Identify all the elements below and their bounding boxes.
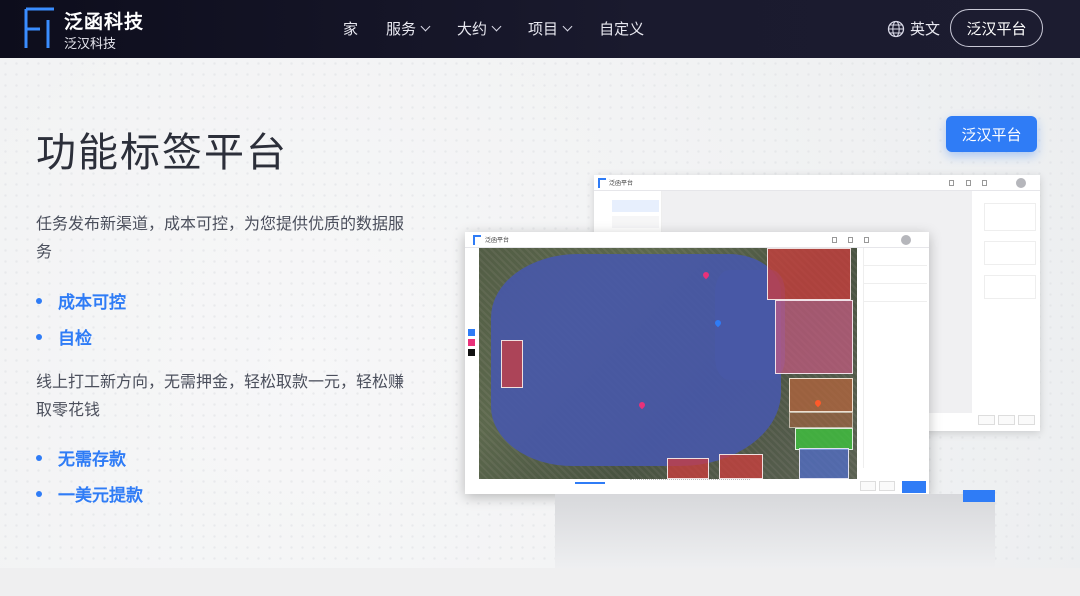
color-swatch: [468, 349, 475, 356]
language-switch[interactable]: 英文: [887, 18, 940, 39]
mockup-tool-icon: [832, 237, 837, 243]
page-title: 功能标签平台: [36, 130, 288, 176]
mockup-tool-icon: [966, 180, 971, 186]
footer-strip: [0, 568, 1080, 596]
mockup-panel-box: [984, 203, 1036, 231]
mockup-panel-row: [864, 284, 927, 302]
mockup-logo-icon: [473, 235, 481, 245]
mockup-primary-button: [963, 490, 995, 502]
mockup-logo-icon: [598, 178, 606, 188]
language-label: 英文: [910, 20, 941, 38]
mockup-toolbar: 泛函平台: [465, 232, 929, 248]
bullet-dot-icon: [36, 454, 42, 461]
mockup-button: [978, 415, 995, 425]
nav-item-projects[interactable]: 项目: [528, 18, 573, 39]
map-region-green: [795, 428, 853, 450]
map-region-brown: [789, 412, 853, 428]
nav-item-label: 项目: [528, 20, 559, 38]
mockup-tool-icon: [848, 237, 853, 243]
feature-label: 无需存款: [58, 450, 126, 470]
chevron-down-icon: [420, 21, 431, 32]
map-region-red: [667, 458, 709, 479]
logo-icon: [24, 7, 54, 48]
description-paragraph-1: 任务发布新渠道，成本可控，为您提供优质的数据服务: [36, 214, 405, 261]
chevron-down-icon: [562, 21, 573, 32]
mockup-right-panel: [978, 191, 1040, 413]
nav-item-services[interactable]: 服务: [386, 18, 431, 39]
feature-bullet: 无需存款: [36, 445, 126, 470]
platform-cta-button[interactable]: 泛汉平台: [946, 116, 1037, 152]
mockup-brand: 泛函平台: [609, 180, 634, 187]
mockup-brand: 泛函平台: [485, 237, 510, 244]
mockup-panel-box: [984, 275, 1036, 299]
nav-item-label: 自定义: [599, 20, 645, 38]
top-nav: 泛函科技 泛汉科技 家 服务 大约 项目 自定义 英文 泛汉平台: [0, 0, 1080, 58]
brand-subtitle: 泛汉科技: [64, 37, 117, 52]
mockup-panel-box: [984, 241, 1036, 265]
map-region-blue: [799, 448, 849, 479]
feature-label: 一美元提款: [58, 486, 143, 506]
nav-item-custom[interactable]: 自定义: [599, 18, 644, 39]
feature-bullet: 自检: [36, 324, 92, 349]
bullet-dot-icon: [36, 297, 42, 304]
mockup-window-front: 泛函平台: [465, 232, 929, 494]
mockup-toolbar: 泛函平台: [594, 175, 1040, 191]
mockup-button: [860, 481, 876, 491]
nav-item-about[interactable]: 大约: [457, 18, 502, 39]
mockup-tool-icon: [982, 180, 987, 186]
mockup-list-item: [612, 200, 659, 212]
bullet-dot-icon: [36, 490, 42, 497]
mockup-right-panel: [863, 248, 927, 468]
map-region-pink: [775, 300, 853, 374]
mockup-button: [1018, 415, 1035, 425]
mockup-slider: [575, 482, 605, 484]
chevron-down-icon: [491, 21, 502, 32]
mockup-panel-row: [864, 248, 927, 266]
mockup-tool-icon: [864, 237, 869, 243]
nav-item-label: 服务: [386, 20, 417, 38]
mockup-lower-window: [555, 490, 995, 568]
nav-menu: 家 服务 大约 项目 自定义: [343, 18, 644, 39]
mockup-button: [879, 481, 895, 491]
mockup-button: [998, 415, 1015, 425]
platform-button[interactable]: 泛汉平台: [950, 9, 1043, 47]
mockup-tool-spacer: [467, 252, 477, 326]
brand-title: 泛函科技: [64, 11, 145, 33]
mockup-bottom-tools: [630, 479, 750, 487]
mockup-map: [479, 248, 857, 479]
feature-label: 成本可控: [58, 293, 126, 313]
feature-bullet: 一美元提款: [36, 481, 143, 506]
map-region-brown: [789, 378, 853, 412]
mockup-avatar: [901, 235, 911, 245]
description-paragraph-2: 线上打工新方向，无需押金，轻松取款一元，轻松赚取零花钱: [36, 372, 405, 419]
nav-item-label: 家: [343, 20, 359, 38]
globe-icon: [887, 20, 905, 37]
feature-label: 自检: [58, 329, 92, 349]
mockup-avatar: [1016, 178, 1026, 188]
mockup-primary-button: [902, 481, 926, 493]
color-swatch: [468, 329, 475, 336]
mockup-panel-row: [864, 266, 927, 284]
mockup-tool-icon: [949, 180, 954, 186]
mockup-side-tools: [467, 252, 477, 356]
color-swatch: [468, 339, 475, 346]
map-region-red: [719, 454, 763, 479]
bullet-dot-icon: [36, 333, 42, 340]
mockup-list-item: [612, 216, 659, 228]
nav-item-home[interactable]: 家: [343, 18, 358, 39]
nav-item-label: 大约: [457, 20, 488, 38]
map-region-red: [501, 340, 523, 388]
map-region-red: [767, 248, 851, 300]
feature-bullet: 成本可控: [36, 288, 126, 313]
